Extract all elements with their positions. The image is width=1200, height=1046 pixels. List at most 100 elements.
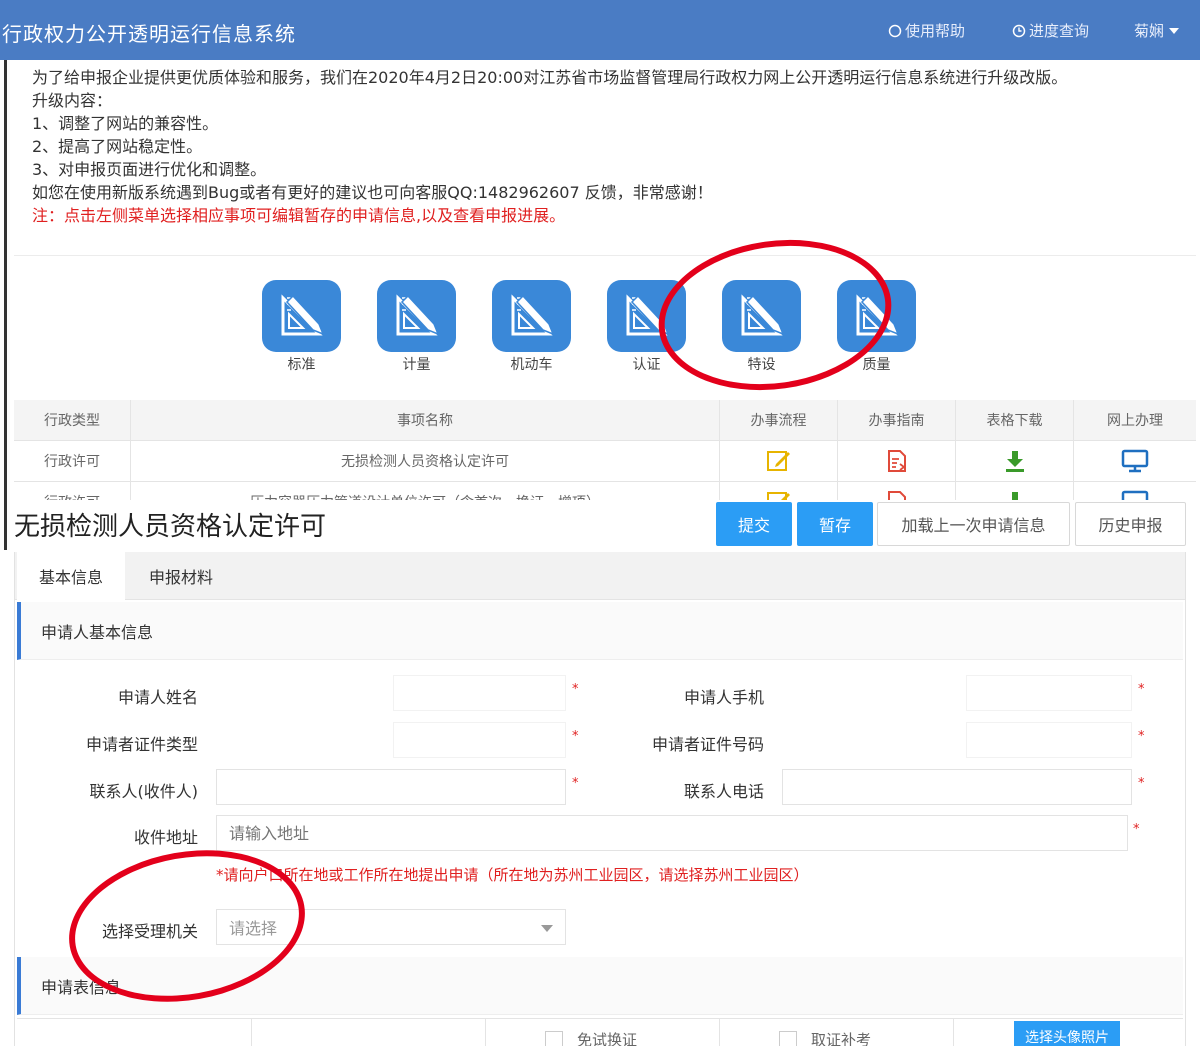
matter-name[interactable]: 无损检测人员资格认定许可 [131, 441, 720, 481]
applicant-phone-label: 申请人手机 [683, 688, 764, 707]
column-divider [251, 1019, 252, 1046]
id-type-input[interactable] [393, 722, 566, 758]
pencil-ruler-icon [396, 294, 439, 336]
history-button[interactable]: 历史申报 [1075, 502, 1186, 546]
table-row: 行政许可 压力容器压力管道设计单位许可（含首次、换证、增项） [14, 482, 1196, 500]
column-header: 办事指南 [838, 400, 956, 440]
chevron-down-icon [541, 925, 553, 932]
category-tile[interactable] [492, 280, 571, 352]
guide-cell[interactable] [838, 482, 956, 500]
notice-warning: 注：点击左侧菜单选择相应事项可编辑暂存的申请信息,以及查看申报进展。 [32, 206, 566, 225]
exam-exempt-label: 免试换证 [577, 1031, 638, 1046]
online-cell[interactable] [1074, 482, 1196, 500]
notice-line: 升级内容： [32, 91, 113, 110]
notice-line: 为了给申报企业提供更优质体验和服务，我们在2020年4月2日20:00对江苏省市… [32, 68, 1068, 87]
matter-name[interactable]: 压力容器压力管道设计单位许可（含首次、换证、增项） [131, 482, 720, 500]
id-type-label: 申请者证件类型 [85, 735, 198, 754]
tab-materials[interactable]: 申报材料 [127, 552, 235, 600]
cert-makeup-label: 取证补考 [811, 1031, 872, 1046]
matter-table: 行政类型 事项名称 办事流程 办事指南 表格下载 网上办理 行政许可 无损检测人… [14, 400, 1196, 500]
monitor-icon[interactable] [1121, 449, 1149, 473]
tab-basic-info[interactable]: 基本信息 [17, 552, 125, 600]
user-menu[interactable]: 菊娴 [1134, 20, 1181, 41]
contact-label: 联系人(收件人) [89, 782, 199, 801]
submit-button[interactable]: 提交 [716, 502, 792, 546]
column-header: 表格下载 [956, 400, 1074, 440]
contact-phone-input[interactable] [782, 769, 1132, 805]
load-last-application-button[interactable]: 加载上一次申请信息 [877, 502, 1070, 546]
category-motor-vehicle[interactable]: 机动车 [492, 280, 571, 374]
download-icon[interactable] [1003, 449, 1027, 473]
progress-query-link[interactable]: 进度查询 [1012, 20, 1089, 41]
applicant-name-label: 申请人姓名 [117, 688, 198, 707]
category-metrology[interactable]: 计量 [377, 280, 456, 374]
notice-line: 3、对申报页面进行优化和调整。 [32, 160, 267, 179]
document-icon[interactable] [885, 449, 909, 473]
notice-line: 2、提高了网站稳定性。 [32, 137, 203, 156]
matter-type: 行政许可 [14, 482, 131, 500]
category-standard[interactable]: 标准 [262, 280, 341, 374]
column-divider [953, 1019, 954, 1046]
required-mark: * [1138, 682, 1145, 697]
form-tabs: 基本信息 申报材料 [15, 552, 1185, 600]
monitor-icon[interactable] [1121, 490, 1149, 500]
authority-hint: *请向户口所在地或工作所在地提出申请（所在地为苏州工业园区，请选择苏州工业园区） [216, 866, 809, 884]
left-border [4, 60, 7, 550]
column-header: 办事流程 [720, 400, 838, 440]
column-header: 网上办理 [1107, 413, 1163, 429]
upgrade-notice: 为了给申报企业提供更优质体验和服务，我们在2020年4月2日20:00对江苏省市… [14, 60, 1196, 256]
matter-type: 行政许可 [14, 441, 131, 481]
column-divider [485, 1019, 486, 1046]
required-mark: * [1138, 776, 1145, 791]
edit-icon[interactable] [766, 449, 792, 473]
pencil-ruler-icon [281, 294, 324, 336]
category-label: 计量 [402, 357, 431, 373]
contact-phone-label: 联系人电话 [683, 782, 764, 801]
download-icon[interactable] [1003, 490, 1027, 500]
applicant-phone-input[interactable] [966, 675, 1132, 711]
select-photo-button[interactable]: 选择头像照片 [1014, 1021, 1120, 1046]
column-divider [719, 1019, 720, 1046]
online-cell[interactable] [1074, 441, 1196, 481]
id-number-input[interactable] [966, 722, 1132, 758]
system-title: 行政权力公开透明运行信息系统 [2, 22, 296, 46]
required-mark: * [1138, 729, 1145, 744]
cert-makeup-checkbox[interactable] [779, 1031, 797, 1046]
save-draft-button[interactable]: 暂存 [797, 502, 873, 546]
applicant-name-input[interactable] [393, 675, 566, 711]
column-header: 事项名称 [131, 400, 720, 440]
process-cell[interactable] [720, 482, 838, 500]
help-link[interactable]: 使用帮助 [888, 20, 965, 41]
notice-line: 1、调整了网站的兼容性。 [32, 114, 219, 133]
column-header: 行政类型 [14, 400, 131, 440]
table-header-row: 行政类型 事项名称 办事流程 办事指南 表格下载 网上办理 [14, 400, 1196, 441]
caret-down-icon [1169, 27, 1180, 34]
address-input[interactable] [216, 815, 1128, 851]
section-applicant-info: 申请人基本信息 [17, 602, 1183, 660]
application-table-row: 免试换证 取证补考 选择头像照片 [17, 1018, 1183, 1046]
download-cell[interactable] [956, 441, 1074, 481]
address-label: 收件地址 [133, 828, 198, 847]
edit-icon[interactable] [766, 490, 792, 500]
category-tile[interactable] [262, 280, 341, 352]
exam-exempt-checkbox[interactable] [545, 1031, 563, 1046]
clock-icon [1012, 24, 1026, 37]
top-header: 行政权力公开透明运行信息系统 使用帮助 进度查询 菊娴 [0, 0, 1200, 60]
pencil-ruler-icon [511, 294, 554, 336]
download-cell[interactable] [956, 482, 1074, 500]
category-tile[interactable] [377, 280, 456, 352]
process-cell[interactable] [720, 441, 838, 481]
help-label: 使用帮助 [905, 22, 966, 40]
guide-cell[interactable] [838, 441, 956, 481]
form-title: 无损检测人员资格认定许可 [14, 512, 327, 542]
user-name: 菊娴 [1134, 22, 1165, 40]
table-row: 行政许可 无损检测人员资格认定许可 [14, 441, 1196, 482]
progress-label: 进度查询 [1029, 22, 1090, 40]
circle-icon [888, 24, 902, 37]
category-label: 标准 [287, 357, 316, 373]
category-label: 机动车 [510, 357, 553, 373]
contact-input[interactable] [216, 769, 566, 805]
notice-line: 如您在使用新版系统遇到Bug或者有更好的建议也可向客服QQ:1482962607… [32, 183, 713, 202]
document-icon[interactable] [885, 490, 909, 500]
id-number-label: 申请者证件号码 [651, 735, 764, 754]
